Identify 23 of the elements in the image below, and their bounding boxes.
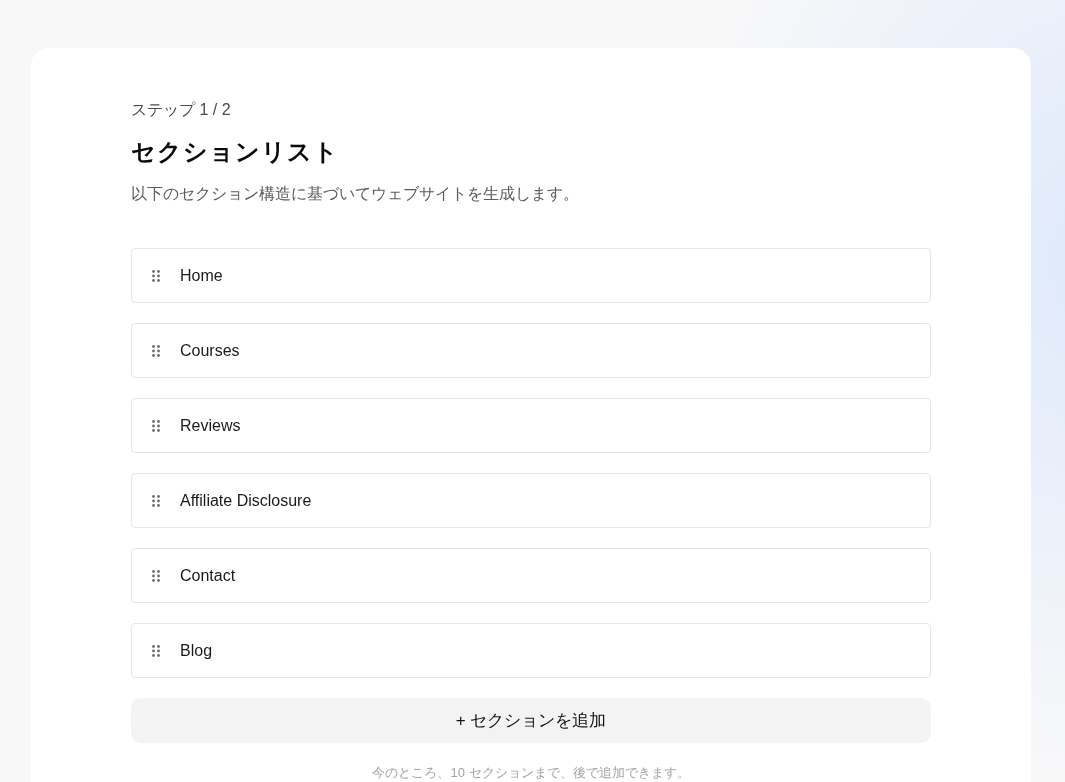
page-title: セクションリスト (131, 137, 340, 167)
drag-handle-icon[interactable] (152, 494, 160, 507)
drag-handle-icon[interactable] (152, 344, 160, 357)
section-row[interactable]: Home (131, 248, 931, 303)
section-row[interactable]: Reviews (131, 398, 931, 453)
add-section-button[interactable]: + セクションを追加 (131, 698, 931, 743)
section-row[interactable]: Contact (131, 548, 931, 603)
section-label: Contact (180, 566, 236, 585)
section-label: Affiliate Disclosure (180, 491, 312, 510)
page-description: 以下のセクション構造に基づいてウェブサイトを生成します。 (131, 184, 580, 204)
drag-handle-icon[interactable] (152, 569, 160, 582)
section-label: Courses (180, 341, 240, 360)
section-row[interactable]: Courses (131, 323, 931, 378)
drag-handle-icon[interactable] (152, 269, 160, 282)
step-label: ステップ 1 / 2 (131, 100, 232, 120)
section-label: Home (180, 266, 223, 285)
section-label: Reviews (180, 416, 241, 435)
section-row[interactable]: Blog (131, 623, 931, 678)
section-row[interactable]: Affiliate Disclosure (131, 473, 931, 528)
drag-handle-icon[interactable] (152, 644, 160, 657)
section-label: Blog (180, 641, 213, 660)
footnote: 今のところ、10 セクションまで、後で追加できます。 (371, 764, 691, 782)
drag-handle-icon[interactable] (152, 419, 160, 432)
